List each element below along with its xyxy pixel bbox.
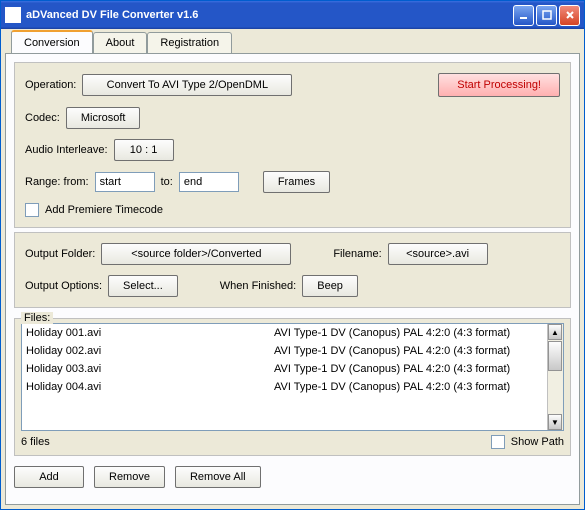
beep-button[interactable]: Beep — [302, 275, 358, 297]
operation-panel: Operation: Convert To AVI Type 2/OpenDML… — [14, 62, 571, 228]
file-count: 6 files — [21, 436, 50, 448]
start-processing-button[interactable]: Start Processing! — [438, 73, 560, 97]
select-label: Select... — [123, 280, 163, 292]
show-path-checkbox[interactable] — [491, 435, 505, 449]
filename-label: Filename: — [333, 248, 381, 260]
window-title: aDVanced DV File Converter v1.6 — [26, 9, 513, 21]
file-desc: AVI Type-1 DV (Canopus) PAL 4:2:0 (4:3 f… — [274, 327, 543, 339]
remove-all-button[interactable]: Remove All — [175, 466, 261, 488]
file-name: Holiday 002.avi — [26, 345, 274, 357]
scroll-up-button[interactable]: ▲ — [548, 324, 562, 340]
window-controls — [513, 5, 580, 26]
frames-button[interactable]: Frames — [263, 171, 330, 193]
range-from-label: Range: from: — [25, 176, 89, 188]
tab-body: Operation: Convert To AVI Type 2/OpenDML… — [5, 53, 580, 505]
when-finished-label: When Finished: — [220, 280, 296, 292]
select-button[interactable]: Select... — [108, 275, 178, 297]
add-button[interactable]: Add — [14, 466, 84, 488]
tab-label: Registration — [160, 37, 219, 49]
filename-button[interactable]: <source>.avi — [388, 243, 488, 265]
file-name: Holiday 001.avi — [26, 327, 274, 339]
add-label: Add — [39, 471, 59, 483]
list-item[interactable]: Holiday 003.aviAVI Type-1 DV (Canopus) P… — [22, 360, 547, 378]
list-item[interactable]: Holiday 004.aviAVI Type-1 DV (Canopus) P… — [22, 378, 547, 396]
minimize-button[interactable] — [513, 5, 534, 26]
codec-value: Microsoft — [81, 112, 126, 124]
action-row: Add Remove Remove All — [14, 466, 571, 488]
interleave-label: Audio Interleave: — [25, 144, 108, 156]
output-folder-label: Output Folder: — [25, 248, 95, 260]
start-label: Start Processing! — [457, 79, 541, 91]
tab-label: Conversion — [24, 37, 80, 49]
tab-label: About — [106, 37, 135, 49]
timecode-checkbox[interactable] — [25, 203, 39, 217]
remove-button[interactable]: Remove — [94, 466, 165, 488]
files-label: Files: — [21, 312, 53, 324]
range-to-label: to: — [161, 176, 173, 188]
codec-label: Codec: — [25, 112, 60, 124]
list-item[interactable]: Holiday 002.aviAVI Type-1 DV (Canopus) P… — [22, 342, 547, 360]
output-panel: Output Folder: <source folder>/Converted… — [14, 232, 571, 308]
codec-select[interactable]: Microsoft — [66, 107, 141, 129]
range-start-input[interactable] — [95, 172, 155, 192]
tab-registration[interactable]: Registration — [147, 32, 232, 53]
tabstrip: Conversion About Registration — [1, 29, 584, 53]
output-folder-button[interactable]: <source folder>/Converted — [101, 243, 291, 265]
titlebar: aDVanced DV File Converter v1.6 — [1, 1, 584, 29]
scroll-thumb[interactable] — [548, 341, 562, 371]
close-button[interactable] — [559, 5, 580, 26]
interleave-value: 10 : 1 — [130, 144, 158, 156]
operation-select[interactable]: Convert To AVI Type 2/OpenDML — [82, 74, 292, 96]
file-desc: AVI Type-1 DV (Canopus) PAL 4:2:0 (4:3 f… — [274, 381, 543, 393]
file-name: Holiday 003.avi — [26, 363, 274, 375]
filename-value: <source>.avi — [406, 248, 469, 260]
app-window: aDVanced DV File Converter v1.6 Conversi… — [0, 0, 585, 510]
maximize-button[interactable] — [536, 5, 557, 26]
operation-value: Convert To AVI Type 2/OpenDML — [107, 79, 268, 91]
timecode-label: Add Premiere Timecode — [45, 204, 163, 216]
output-options-label: Output Options: — [25, 280, 102, 292]
beep-label: Beep — [317, 280, 343, 292]
output-folder-value: <source folder>/Converted — [131, 248, 261, 260]
remove-label: Remove — [109, 471, 150, 483]
scroll-down-button[interactable]: ▼ — [548, 414, 562, 430]
show-path-label: Show Path — [511, 436, 564, 448]
tab-about[interactable]: About — [93, 32, 148, 53]
files-listbox[interactable]: Holiday 001.aviAVI Type-1 DV (Canopus) P… — [21, 323, 564, 431]
remove-all-label: Remove All — [190, 471, 246, 483]
list-item[interactable]: Holiday 001.aviAVI Type-1 DV (Canopus) P… — [22, 324, 547, 342]
tab-conversion[interactable]: Conversion — [11, 30, 93, 53]
operation-label: Operation: — [25, 79, 76, 91]
app-icon — [5, 7, 21, 23]
interleave-select[interactable]: 10 : 1 — [114, 139, 174, 161]
files-panel: Files: Holiday 001.aviAVI Type-1 DV (Can… — [14, 318, 571, 456]
list-content: Holiday 001.aviAVI Type-1 DV (Canopus) P… — [22, 324, 547, 430]
file-desc: AVI Type-1 DV (Canopus) PAL 4:2:0 (4:3 f… — [274, 363, 543, 375]
range-end-input[interactable] — [179, 172, 239, 192]
scrollbar: ▲ ▼ — [547, 324, 563, 430]
file-desc: AVI Type-1 DV (Canopus) PAL 4:2:0 (4:3 f… — [274, 345, 543, 357]
file-name: Holiday 004.avi — [26, 381, 274, 393]
frames-label: Frames — [278, 176, 315, 188]
